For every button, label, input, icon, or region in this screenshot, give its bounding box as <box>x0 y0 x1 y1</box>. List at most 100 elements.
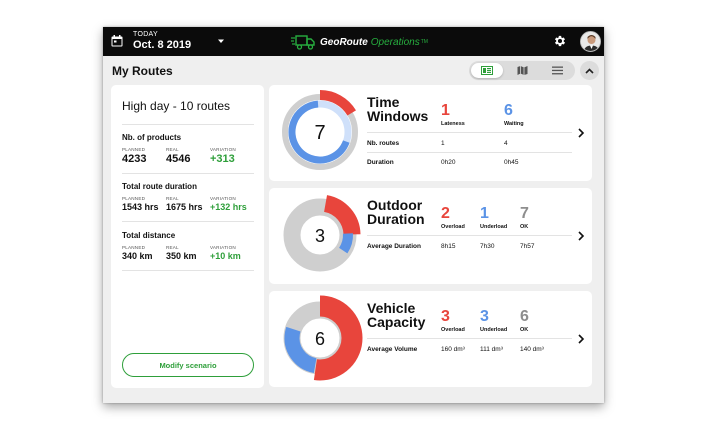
ok-label: OK <box>520 327 529 333</box>
vehicle-capacity-donut: 6 <box>277 295 363 381</box>
card-title: Outdoor Duration <box>367 198 447 226</box>
overload-label: Overload <box>441 327 465 333</box>
divider <box>367 338 572 339</box>
summary-title: High day - 10 routes <box>122 99 231 113</box>
donut-center-value: 6 <box>315 329 325 349</box>
app-window: TODAY Oct. 8 2019 GeoRoute Operations TM <box>103 27 604 403</box>
variation-column: VARIATION +132 hrs <box>210 196 247 213</box>
list-view-button[interactable] <box>541 63 573 78</box>
row-value: 7h30 <box>480 243 495 250</box>
modify-scenario-button[interactable]: Modify scenario <box>122 353 254 377</box>
underload-count: 3 <box>480 308 489 325</box>
variation-value: +132 hrs <box>210 202 247 212</box>
list-icon <box>551 66 563 75</box>
outdoor-duration-card[interactable]: 3 Outdoor Duration 2 Overload 1 Underloa… <box>269 188 592 284</box>
brand-subtitle: Operations <box>370 36 420 48</box>
brand-name: GeoRoute <box>320 36 368 48</box>
chevron-right-icon[interactable] <box>577 128 585 138</box>
planned-value: 340 km <box>122 251 153 261</box>
card-title-line2: Windows <box>367 108 429 124</box>
row-label: Duration <box>367 159 394 166</box>
summary-card: High day - 10 routes Nb. of products PLA… <box>111 85 264 388</box>
divider <box>367 132 572 133</box>
lateness-label: Lateness <box>441 121 465 127</box>
row-label: Average Volume <box>367 346 418 353</box>
time-windows-card[interactable]: 7 Time Windows 1 Lateness 6 Waiting Nb. … <box>269 85 592 181</box>
real-value: 1675 hrs <box>166 202 203 212</box>
ok-count: 7 <box>520 205 529 222</box>
divider <box>122 173 254 174</box>
divider <box>367 152 572 153</box>
variation-value: +10 km <box>210 251 241 261</box>
view-toggle <box>469 61 575 80</box>
row-label: Average Duration <box>367 243 421 250</box>
row-value: 160 dm³ <box>441 346 465 353</box>
donut-center-value: 3 <box>315 226 325 246</box>
divider <box>122 124 254 125</box>
overload-label: Overload <box>441 224 465 230</box>
card-title-line1: Time <box>367 94 400 110</box>
planned-value: 4233 <box>122 153 147 165</box>
row-value: 0h45 <box>504 159 519 166</box>
caret-down-icon[interactable] <box>216 36 226 46</box>
planned-column: PLANNED 1543 hrs <box>122 196 159 213</box>
row-value: 4 <box>504 140 508 147</box>
underload-count: 1 <box>480 205 489 222</box>
donut-center-value: 7 <box>314 122 325 144</box>
waiting-label: Waiting <box>504 121 524 127</box>
page-title: My Routes <box>112 64 173 78</box>
card-title-line2: Capacity <box>367 314 426 330</box>
planned-column: PLANNED 4233 <box>122 147 146 166</box>
underload-label: Underload <box>480 224 508 230</box>
overload-count: 2 <box>441 205 450 222</box>
overload-count: 3 <box>441 308 450 325</box>
row-value: 140 dm³ <box>520 346 544 353</box>
planned-column: PLANNED 340 km <box>122 245 153 262</box>
card-title-line1: Outdoor <box>367 197 423 213</box>
planned-value: 1543 hrs <box>122 202 159 212</box>
table-view-icon <box>481 66 493 75</box>
collapse-button[interactable] <box>580 61 599 80</box>
calendar-icon[interactable] <box>111 35 123 47</box>
chevron-right-icon[interactable] <box>577 231 585 241</box>
row-value: 8h15 <box>441 243 456 250</box>
avatar[interactable] <box>580 31 601 52</box>
metric-title: Nb. of products <box>122 133 182 142</box>
chevron-right-icon[interactable] <box>577 334 585 344</box>
row-value: 111 dm³ <box>480 346 503 353</box>
table-view-button[interactable] <box>471 63 503 78</box>
real-value: 4546 <box>166 153 191 165</box>
row-label: Nb. routes <box>367 140 400 147</box>
metric-title: Total route duration <box>122 182 197 191</box>
card-title: Time Windows <box>367 95 447 123</box>
real-column: REAL 4546 <box>166 147 190 166</box>
card-title-line1: Vehicle <box>367 300 416 316</box>
lateness-count: 1 <box>441 102 450 119</box>
row-value: 1 <box>441 140 445 147</box>
real-column: REAL 350 km <box>166 245 197 262</box>
variation-column: VARIATION +10 km <box>210 245 241 262</box>
divider <box>122 221 254 222</box>
underload-label: Underload <box>480 327 508 333</box>
today-label: TODAY <box>133 31 158 38</box>
brand-logo: GeoRoute Operations TM <box>291 33 428 51</box>
user-photo-icon <box>581 32 600 51</box>
trademark: TM <box>420 39 428 45</box>
card-title: Vehicle Capacity <box>367 301 447 329</box>
real-column: REAL 1675 hrs <box>166 196 203 213</box>
divider <box>122 270 254 271</box>
variation-value: +313 <box>210 153 235 165</box>
ok-label: OK <box>520 224 529 230</box>
vehicle-capacity-card[interactable]: 6 Vehicle Capacity 3 Overload 3 Underloa… <box>269 291 592 387</box>
variation-column: VARIATION +313 <box>210 147 236 166</box>
current-date: Oct. 8 2019 <box>133 39 192 51</box>
waiting-count: 6 <box>504 102 513 119</box>
ok-count: 6 <box>520 308 529 325</box>
date-selector[interactable]: TODAY Oct. 8 2019 <box>133 30 191 52</box>
truck-icon <box>291 35 315 50</box>
gear-icon[interactable] <box>553 34 567 48</box>
row-value: 7h57 <box>520 243 535 250</box>
map-view-button[interactable] <box>506 63 538 78</box>
card-title-line2: Duration <box>367 211 425 227</box>
top-bar: TODAY Oct. 8 2019 GeoRoute Operations TM <box>103 27 604 56</box>
